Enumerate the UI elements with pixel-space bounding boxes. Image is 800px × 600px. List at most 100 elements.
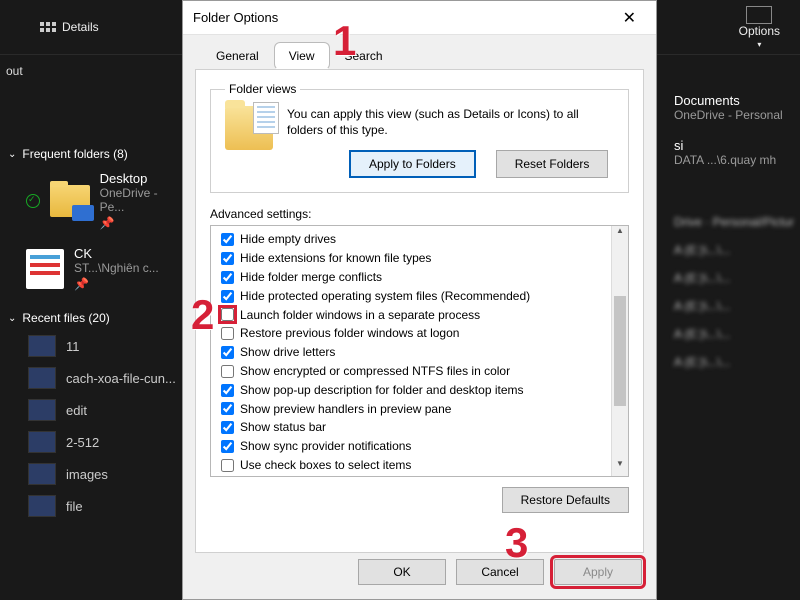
- ribbon-details[interactable]: Details: [40, 20, 99, 34]
- advanced-option[interactable]: Use check boxes to select items: [221, 456, 626, 475]
- dialog-title: Folder Options: [193, 10, 278, 25]
- sync-check-icon: [26, 194, 40, 208]
- advanced-option[interactable]: Show sync provider notifications: [221, 437, 626, 456]
- file-name: edit: [66, 403, 87, 418]
- option-checkbox[interactable]: [221, 271, 234, 284]
- apply-button[interactable]: Apply: [554, 559, 642, 585]
- file-drive: A (E:)\...\...: [674, 271, 794, 285]
- file-row[interactable]: images: [28, 463, 185, 485]
- option-label: Launch folder windows in a separate proc…: [240, 307, 480, 324]
- option-checkbox[interactable]: [221, 290, 234, 303]
- tab-general[interactable]: General: [201, 42, 274, 70]
- option-checkbox[interactable]: [221, 440, 234, 453]
- folder-item[interactable]: si DATA ...\6.quay mh: [674, 138, 794, 167]
- tab-search[interactable]: Search: [330, 42, 398, 70]
- folder-views-desc: You can apply this view (such as Details…: [287, 106, 616, 138]
- pin-icon: 📌: [100, 216, 185, 230]
- scroll-down-icon[interactable]: ▼: [612, 459, 628, 476]
- file-drive: A (E:)\...\...: [674, 327, 794, 341]
- file-thumb-icon: [28, 495, 56, 517]
- frequent-folders-header[interactable]: ⌄ Frequent folders (8): [8, 147, 185, 161]
- ribbon-options[interactable]: Options ▾: [739, 6, 780, 49]
- advanced-option[interactable]: Show encrypted or compressed NTFS files …: [221, 362, 626, 381]
- ribbon-details-label: Details: [62, 20, 99, 34]
- pin-icon: 📌: [74, 277, 159, 291]
- file-row[interactable]: edit: [28, 399, 185, 421]
- advanced-option[interactable]: Hide empty drives: [221, 230, 626, 249]
- file-row[interactable]: 2-512: [28, 431, 185, 453]
- file-thumb-icon: [28, 463, 56, 485]
- scroll-up-icon[interactable]: ▲: [612, 226, 628, 243]
- advanced-option[interactable]: Show pop-up description for folder and d…: [221, 381, 626, 400]
- file-row[interactable]: cach-xoa-file-cun...: [28, 367, 185, 389]
- advanced-option[interactable]: Launch folder windows in a separate proc…: [221, 306, 626, 325]
- folder-views-legend: Folder views: [225, 82, 300, 96]
- file-thumb-icon: [28, 335, 56, 357]
- advanced-settings-list[interactable]: Hide empty drives Hide extensions for kno…: [210, 225, 629, 477]
- advanced-option[interactable]: Hide protected operating system files (R…: [221, 287, 626, 306]
- option-label: Show drive letters: [240, 344, 335, 361]
- cancel-button[interactable]: Cancel: [456, 559, 544, 585]
- tab-view[interactable]: View: [274, 42, 330, 70]
- ok-button[interactable]: OK: [358, 559, 446, 585]
- option-checkbox[interactable]: [221, 402, 234, 415]
- ribbon-options-label: Options: [739, 24, 780, 38]
- option-label: Show status bar: [240, 419, 326, 436]
- folder-name: CK: [74, 246, 159, 261]
- option-checkbox[interactable]: [221, 252, 234, 265]
- option-checkbox[interactable]: [221, 346, 234, 359]
- option-checkbox[interactable]: [221, 459, 234, 472]
- advanced-option[interactable]: Hide folder merge conflicts: [221, 268, 626, 287]
- file-drive: Drive · Personal/Pictur: [674, 215, 794, 229]
- option-label: Use check boxes to select items: [240, 457, 411, 474]
- advanced-option[interactable]: Show preview handlers in preview pane: [221, 400, 626, 419]
- folder-item[interactable]: CK ST...\Nghiên c... 📌: [26, 246, 185, 291]
- option-checkbox[interactable]: [221, 327, 234, 340]
- folder-icon: [50, 185, 90, 217]
- folder-item[interactable]: Documents OneDrive - Personal: [674, 93, 794, 122]
- frequent-folders-label: Frequent folders (8): [22, 147, 127, 161]
- folder-sub: ST...\Nghiên c...: [74, 261, 159, 275]
- advanced-option[interactable]: Show drive letters: [221, 343, 626, 362]
- option-label: Use Sharing Wizard (Recommended): [240, 476, 439, 478]
- folder-options-dialog: Folder Options ✕ General View Search Fol…: [182, 0, 657, 600]
- option-checkbox[interactable]: [221, 421, 234, 434]
- restore-defaults-button[interactable]: Restore Defaults: [502, 487, 629, 513]
- option-label: Show sync provider notifications: [240, 438, 411, 455]
- apply-to-folders-button[interactable]: Apply to Folders: [349, 150, 476, 178]
- advanced-option[interactable]: Use Sharing Wizard (Recommended): [221, 475, 626, 478]
- recent-files-header[interactable]: ⌄ Recent files (20): [8, 311, 185, 325]
- recent-files-label: Recent files (20): [22, 311, 109, 325]
- folder-sub: DATA ...\6.quay mh: [674, 153, 776, 167]
- close-button[interactable]: ✕: [613, 4, 646, 32]
- option-label: Hide extensions for known file types: [240, 250, 431, 267]
- option-label: Hide empty drives: [240, 231, 336, 248]
- advanced-option[interactable]: Hide extensions for known file types: [221, 249, 626, 268]
- advanced-option[interactable]: Restore previous folder windows at logon: [221, 324, 626, 343]
- option-label: Show preview handlers in preview pane: [240, 401, 451, 418]
- advanced-option[interactable]: Show status bar: [221, 418, 626, 437]
- folder-item[interactable]: Desktop OneDrive - Pe... 📌: [26, 171, 185, 230]
- file-thumb-icon: [28, 399, 56, 421]
- folder-views-group: Folder views You can apply this view (su…: [210, 82, 629, 193]
- chevron-down-icon: ⌄: [8, 149, 16, 160]
- scrollbar[interactable]: ▲ ▼: [611, 226, 628, 476]
- file-row[interactable]: 11: [28, 335, 185, 357]
- scroll-thumb[interactable]: [614, 296, 626, 406]
- file-thumb-icon: [28, 367, 56, 389]
- option-checkbox[interactable]: [221, 233, 234, 246]
- file-row[interactable]: file: [28, 495, 185, 517]
- file-drive: A (E:)\...\...: [674, 299, 794, 313]
- document-icon: [26, 249, 64, 289]
- dialog-buttons: OK Cancel Apply: [183, 559, 656, 599]
- option-label: Show pop-up description for folder and d…: [240, 382, 524, 399]
- reset-folders-button[interactable]: Reset Folders: [496, 150, 609, 178]
- folder-sub: OneDrive - Personal: [674, 108, 783, 122]
- option-checkbox[interactable]: [221, 384, 234, 397]
- options-icon: [746, 6, 772, 24]
- file-thumb-icon: [28, 431, 56, 453]
- option-label: Show encrypted or compressed NTFS files …: [240, 363, 510, 380]
- file-drive: A (E:)\...\...: [674, 243, 794, 257]
- option-checkbox[interactable]: [221, 365, 234, 378]
- option-checkbox[interactable]: [221, 308, 234, 321]
